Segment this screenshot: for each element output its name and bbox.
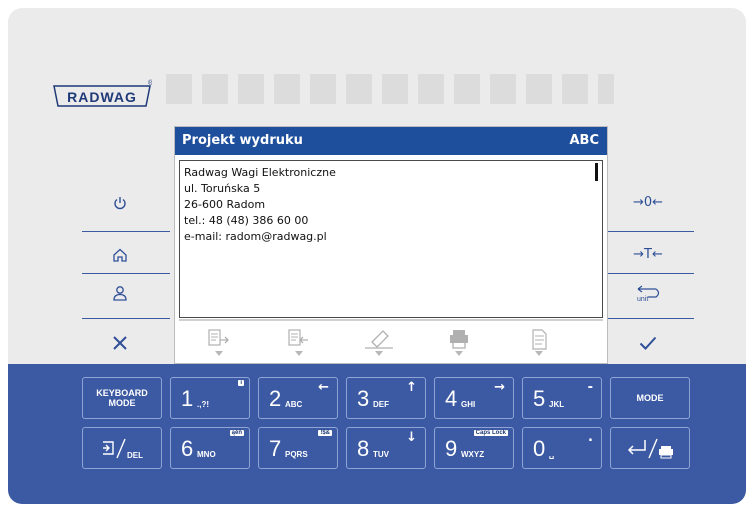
insert-right-button[interactable] [197,328,241,358]
text-line: Radwag Wagi Elektroniczne [184,166,336,179]
mode-key[interactable]: MODE [610,377,690,419]
user-icon [113,286,127,301]
eraser-button[interactable] [357,328,401,358]
cancel-x-icon [113,336,127,350]
key-2[interactable]: 2 ABC ← [258,377,338,419]
mode-label: MODE [636,393,664,403]
enter-print-key[interactable] [610,427,690,469]
right-divider-3 [606,318,694,319]
space-icon: ␣ [549,450,555,459]
minus-icon: - [587,380,593,395]
left-divider-3 [82,318,170,319]
key-4-digit: 4 [445,386,458,411]
key-3-letters: DEF [373,400,389,409]
user-button[interactable] [82,274,158,312]
unit-label: unit [637,296,648,303]
key-6-digit: 6 [181,436,194,461]
confirm-button[interactable] [610,324,686,362]
power-button[interactable] [82,184,158,222]
key-9[interactable]: 9 WXYZ Caps Lock [434,427,514,469]
left-divider-1 [82,231,170,232]
printout-text-area[interactable]: Radwag Wagi Elektroniczne ul. Toruńska 5… [179,160,603,318]
keypad-panel: KEYBOARD MODE 1 .,?! i 2 ABC ← 3 DEF ↑ 4… [8,364,746,504]
key-2-digit: 2 [269,386,282,411]
enter-print-icon [627,438,673,459]
display-screen: Projekt wydruku ABC Radwag Wagi Elektron… [174,126,608,364]
key-2-letters: ABC [285,400,303,409]
key-4[interactable]: 4 GHI → [434,377,514,419]
key-1-digit: 1 [181,386,194,411]
diacritics-tag: ąěň [229,430,244,436]
eraser-icon [365,330,393,349]
keyboard-mode-key[interactable]: KEYBOARD MODE [82,377,162,419]
key-9-digit: 9 [445,436,458,461]
arrow-left-icon: ← [318,380,329,395]
zero-button[interactable]: →0← [610,184,686,222]
checkmark-icon [639,336,657,350]
key-0[interactable]: 0 ␣ . [522,427,602,469]
text-line: 26-600 Radom [184,198,266,211]
key-3[interactable]: 3 DEF ↑ [346,377,426,419]
lcd-segment-strip [166,74,616,104]
arrow-up-icon: ↑ [406,380,417,395]
key-7-digit: 7 [269,436,282,461]
key-6-letters: MNO [197,450,216,459]
text-line: ul. Toruńska 5 [184,182,261,195]
info-tag: i [238,380,244,386]
toolbar-divider [179,319,603,321]
key-8-digit: 8 [357,436,370,461]
key-7[interactable]: 7 PQRS !$& [258,427,338,469]
arrow-down-icon: ↓ [406,430,417,445]
key-1-letters: .,?! [197,400,209,409]
key-6[interactable]: 6 MNO ąěň [170,427,250,469]
title-bar: Projekt wydruku ABC [175,127,607,155]
print-button[interactable] [437,328,481,358]
document-icon [532,329,547,350]
unit-icon: unit [637,285,660,303]
del-key[interactable]: DEL [82,427,162,469]
key-5-digit: 5 [533,386,546,411]
power-icon [114,197,126,210]
zero-icon: →0← [632,195,664,210]
screen-title: Projekt wydruku [182,133,303,148]
printer-icon [450,330,468,349]
cancel-button[interactable] [82,324,158,362]
tare-button[interactable]: →T← [610,236,686,274]
text-line: tel.: 48 (48) 386 60 00 [184,214,309,227]
key-3-digit: 3 [357,386,370,411]
home-button[interactable] [82,236,158,274]
key-1[interactable]: 1 .,?! i [170,377,250,419]
unit-button[interactable]: unit [610,274,686,312]
input-mode-indicator: ABC [569,133,599,148]
scale-terminal: RADWAG ® →0← →T← unit Projekt wydruku AB… [8,8,746,504]
dot-icon: . [588,430,593,445]
backspace-del-icon [103,438,126,459]
del-label: DEL [127,451,143,460]
insert-left-icon [288,329,308,346]
key-7-letters: PQRS [285,450,308,459]
svg-text:®: ® [148,79,152,87]
svg-text:RADWAG: RADWAG [67,89,137,105]
arrow-right-icon: → [494,380,505,395]
insert-right-icon [208,329,229,346]
caps-lock-tag: Caps Lock [473,430,508,436]
scroll-cursor [595,163,598,181]
key-9-letters: WXYZ [461,450,485,459]
key-5[interactable]: 5 JKL - [522,377,602,419]
document-button[interactable] [517,328,561,358]
key-4-letters: GHI [461,400,476,409]
key-8-letters: TUV [373,450,389,459]
tare-icon: →T← [633,247,663,262]
radwag-logo: RADWAG ® [53,79,152,107]
right-divider-1 [606,231,694,232]
keyboard-mode-label: KEYBOARD MODE [96,388,148,408]
insert-left-button[interactable] [277,328,321,358]
home-icon [113,248,127,262]
key-8[interactable]: 8 TUV ↓ [346,427,426,469]
symbols-tag: !$& [318,430,332,436]
text-line: e-mail: radom@radwag.pl [184,230,327,243]
key-5-letters: JKL [549,400,565,409]
key-0-digit: 0 [533,436,546,461]
